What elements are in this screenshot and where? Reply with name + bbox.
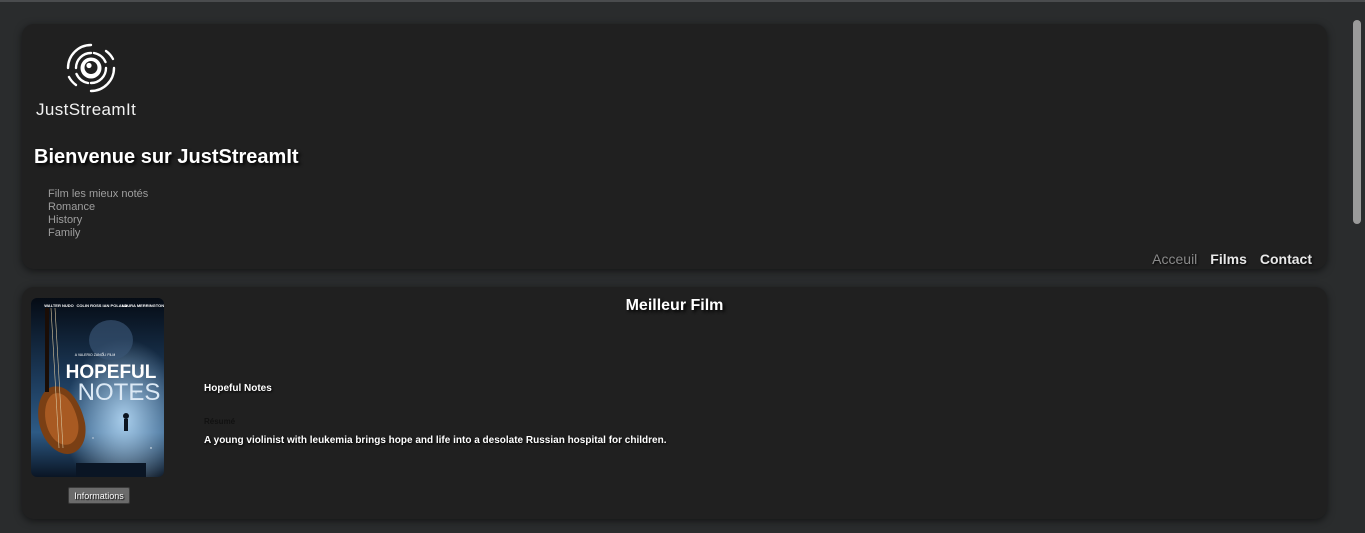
eye-logo-icon <box>66 43 116 93</box>
page: JustStreamIt Bienvenue sur JustStreamIt … <box>0 2 1349 533</box>
nav-link-contact[interactable]: Contact <box>1260 251 1312 267</box>
informations-button[interactable]: Informations <box>68 487 130 504</box>
poster-title-line2: NOTES <box>78 379 161 406</box>
film-resume: A young violinist with leukemia brings h… <box>204 435 667 446</box>
logo[interactable]: JustStreamIt <box>36 42 148 122</box>
scrollbar-thumb[interactable] <box>1353 20 1361 224</box>
welcome-title: Bienvenue sur JustStreamIt <box>34 146 299 168</box>
site-header: JustStreamIt Bienvenue sur JustStreamIt … <box>22 24 1327 269</box>
film-poster[interactable]: WALTER NUDO COLIN ROSS IAN POLAND LAURA MER… <box>31 298 164 477</box>
logo-text: JustStreamIt <box>36 100 137 119</box>
film-poster-image: WALTER NUDO COLIN ROSS IAN POLANDLAURA MER… <box>31 298 164 477</box>
best-film-section: WALTER NUDO COLIN ROSS IAN POLAND LAURA MER… <box>22 287 1327 519</box>
category-list: Film les mieux notés Romance History Fam… <box>48 188 148 240</box>
category-item-romance[interactable]: Romance <box>48 201 148 214</box>
poster-credit: A VALERIO ZANOLI FILM <box>75 353 116 357</box>
category-item-history[interactable]: History <box>48 214 148 227</box>
category-item-family[interactable]: Family <box>48 227 148 240</box>
vertical-scrollbar[interactable] <box>1349 2 1365 533</box>
best-film-heading: Meilleur Film <box>625 297 724 314</box>
main-nav: Acceuil Films Contact <box>1152 251 1312 267</box>
category-item-top-rated[interactable]: Film les mieux notés <box>48 188 148 201</box>
nav-link-acceuil[interactable]: Acceuil <box>1152 251 1197 267</box>
nav-link-films[interactable]: Films <box>1210 251 1247 267</box>
film-title: Hopeful Notes <box>204 383 272 394</box>
resume-label: Résumé <box>204 417 236 426</box>
